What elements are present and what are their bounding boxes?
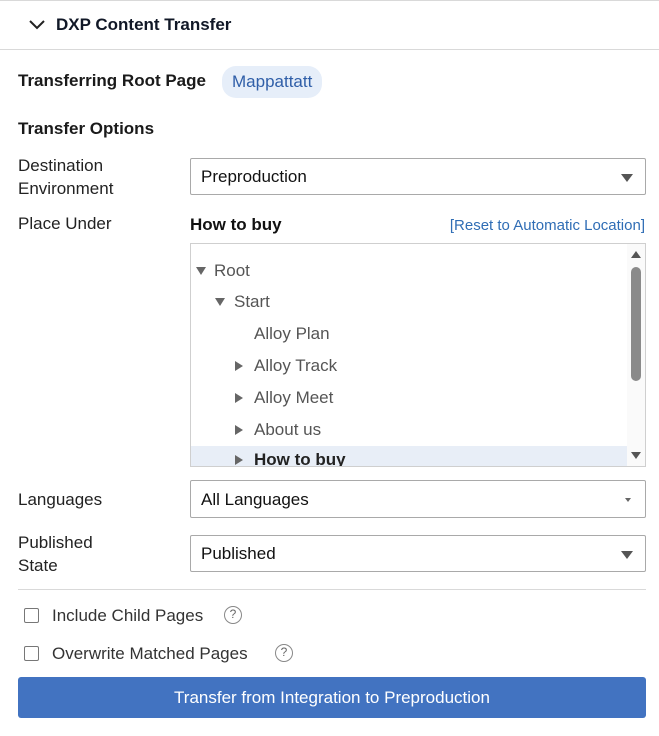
dropdown-caret-icon: [621, 174, 633, 182]
scroll-down-icon[interactable]: [631, 452, 641, 459]
published-state-label-line1: Published: [18, 533, 93, 552]
tree-node-how-to-buy[interactable]: How to buy: [191, 446, 627, 467]
tree-node-start[interactable]: Start: [191, 288, 627, 316]
tree-node-alloy-meet[interactable]: Alloy Meet: [191, 384, 627, 412]
place-under-label: Place Under: [18, 214, 112, 233]
tree-node-label: Alloy Meet: [254, 388, 334, 407]
page-tree[interactable]: Root Start Alloy Plan Alloy Track Alloy …: [190, 243, 646, 467]
expand-down-icon[interactable]: [196, 267, 206, 275]
tree-node-alloy-track[interactable]: Alloy Track: [191, 352, 627, 380]
dropdown-caret-icon: [625, 498, 631, 502]
include-child-label[interactable]: Include Child Pages: [52, 604, 203, 627]
include-child-checkbox[interactable]: [24, 608, 39, 623]
expand-right-icon[interactable]: [235, 361, 243, 371]
tree-node-label: Alloy Plan: [254, 324, 330, 343]
chevron-down-icon[interactable]: [28, 19, 46, 31]
languages-select[interactable]: All Languages: [190, 480, 646, 518]
expand-right-icon[interactable]: [235, 425, 243, 435]
languages-label: Languages: [18, 490, 103, 509]
place-under-current: How to buy: [190, 215, 282, 234]
destination-label: Destination Environment: [18, 154, 113, 200]
tree-node-alloy-plan[interactable]: Alloy Plan: [191, 320, 627, 348]
tree-node-label: Alloy Track: [254, 356, 338, 375]
root-page-label: Transferring Root Page: [18, 71, 206, 90]
destination-label-line1: Destination: [18, 156, 104, 175]
expand-right-icon[interactable]: [235, 393, 243, 403]
expand-right-icon[interactable]: [235, 455, 243, 465]
destination-label-line2: Environment: [18, 179, 114, 198]
panel-header[interactable]: DXP Content Transfer: [0, 0, 659, 50]
published-state-value: Published: [201, 544, 276, 563]
published-state-label-line2: State: [18, 556, 58, 575]
panel-title: DXP Content Transfer: [56, 15, 232, 34]
destination-select[interactable]: Preproduction: [190, 158, 646, 195]
languages-value: All Languages: [201, 490, 309, 509]
expand-down-icon[interactable]: [215, 298, 225, 306]
tree-node-label: Root: [214, 261, 250, 280]
root-page-badge: Mappattatt: [222, 66, 323, 98]
dropdown-caret-icon: [621, 551, 633, 559]
divider: [18, 589, 646, 590]
scrollbar-thumb[interactable]: [631, 267, 641, 381]
transfer-options-heading: Transfer Options: [18, 119, 155, 138]
tree-node-label: About us: [254, 420, 322, 439]
published-state-label: Published State: [18, 531, 93, 577]
tree-node-about-us[interactable]: About us: [191, 416, 627, 444]
tree-node-label: How to buy: [254, 450, 346, 467]
reset-location-link[interactable]: [Reset to Automatic Location]: [450, 217, 645, 234]
tree-node-root[interactable]: Root: [191, 257, 627, 285]
published-state-select[interactable]: Published: [190, 535, 646, 572]
destination-value: Preproduction: [201, 167, 307, 186]
tree-node-label: Start: [234, 292, 270, 311]
help-icon[interactable]: ?: [275, 644, 293, 662]
help-icon[interactable]: ?: [224, 606, 242, 624]
tree-scrollbar[interactable]: [627, 244, 645, 466]
transfer-button[interactable]: Transfer from Integration to Preproducti…: [18, 677, 646, 718]
scroll-up-icon[interactable]: [631, 251, 641, 258]
overwrite-checkbox[interactable]: [24, 646, 39, 661]
overwrite-label[interactable]: Overwrite Matched Pages: [52, 642, 248, 665]
